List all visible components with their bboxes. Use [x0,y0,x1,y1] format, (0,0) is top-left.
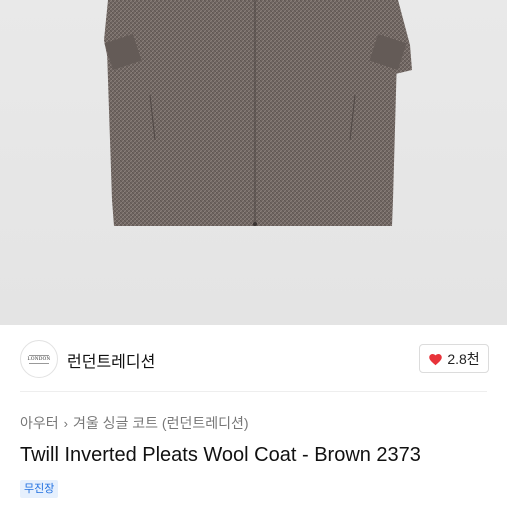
status-badge: 무진장 [20,480,59,498]
breadcrumb-item-category[interactable]: 아우터 [20,413,59,433]
logo-text: LONDON [27,356,51,362]
like-count: 2.8천 [447,350,480,367]
breadcrumb-item-subcategory[interactable]: 겨울 싱글 코트 (런던트레디션) [73,413,249,433]
chevron-right-icon: › [63,415,68,431]
like-button[interactable]: 2.8천 [419,344,489,373]
brand-name[interactable]: 런던트레디션 [67,348,155,372]
logo-rule [29,354,49,356]
product-title: Twill Inverted Pleats Wool Coat - Brown … [20,444,421,466]
logo-rule [29,362,49,364]
heart-icon [429,353,443,365]
product-image[interactable] [0,0,507,325]
brand-logo[interactable]: LONDON [20,340,58,378]
coat-photo [104,0,412,226]
divider [20,391,487,392]
breadcrumb: 아우터 › 겨울 싱글 코트 (런던트레디션) [20,413,249,433]
